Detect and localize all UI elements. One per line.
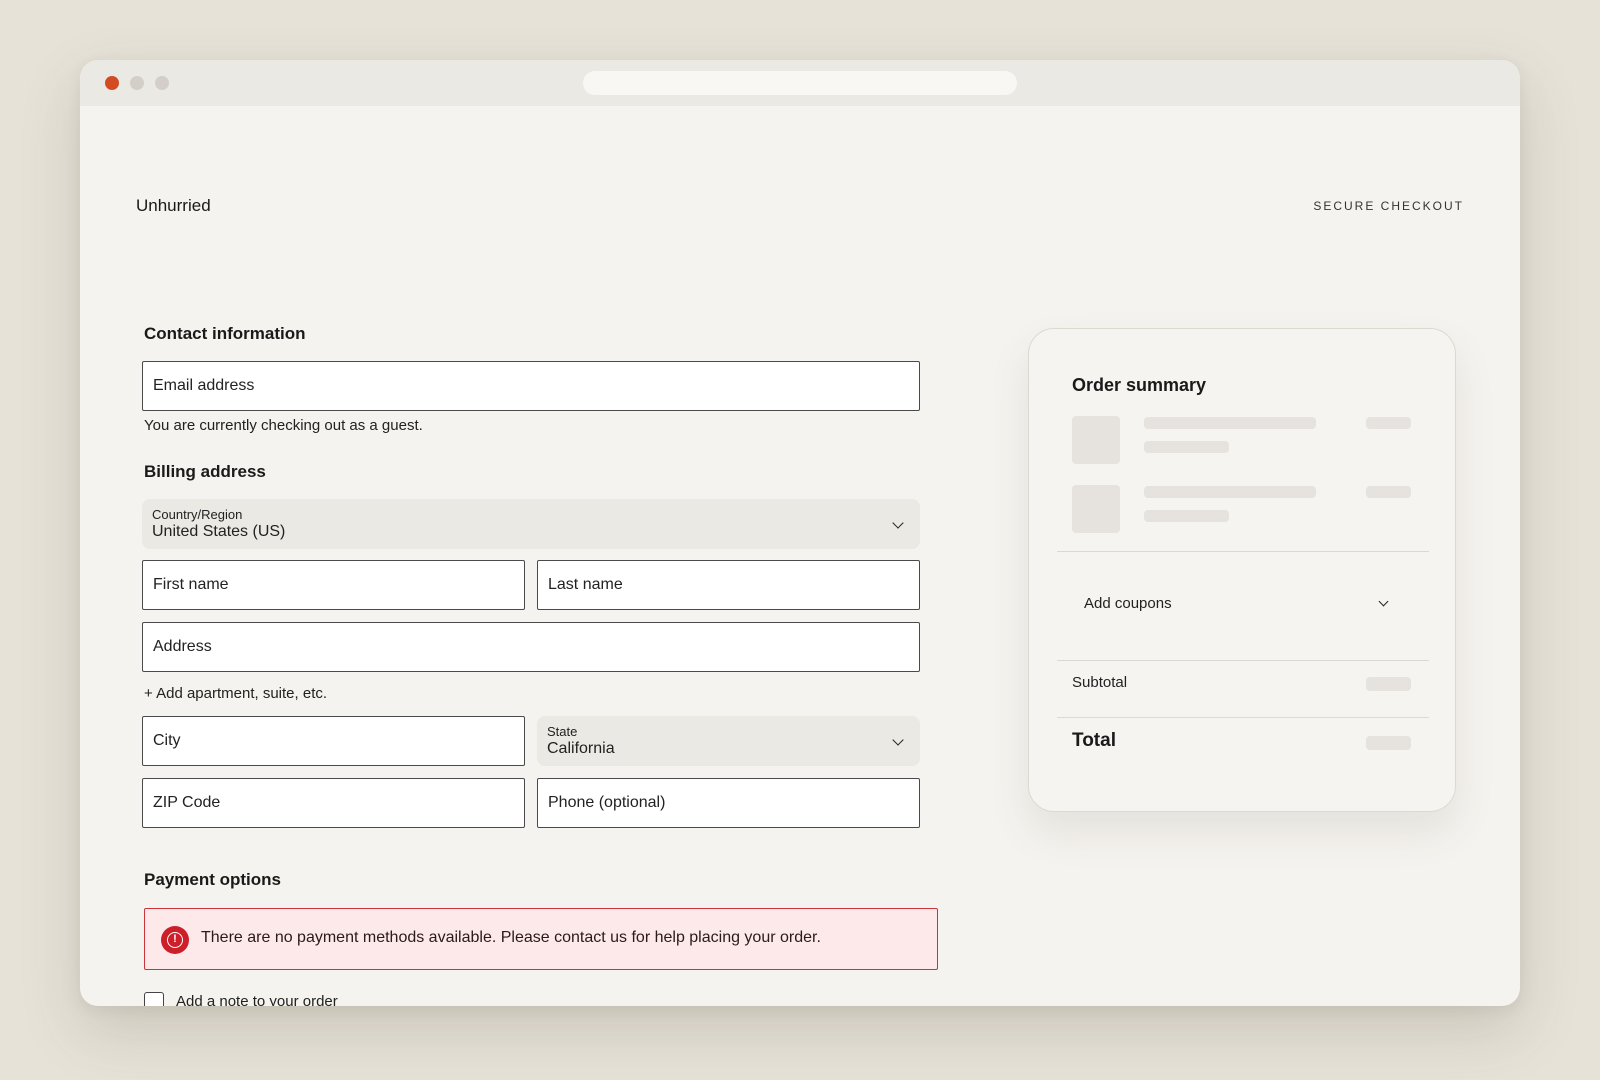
divider [1057,551,1429,552]
browser-window: Unhurried SECURE CHECKOUT Contact inform… [80,60,1520,1006]
address-field[interactable]: Address [142,622,920,672]
city-placeholder: City [153,732,181,749]
product-thumbnail-skeleton [1072,485,1120,533]
payment-error-alert: ! There are no payment methods available… [144,908,938,970]
order-summary-heading: Order summary [1072,375,1207,395]
add-coupons-toggle[interactable]: Add coupons [1084,595,1172,612]
add-apartment-link[interactable]: + Add apartment, suite, etc. [144,685,327,702]
first-name-field[interactable]: First name [142,560,525,610]
total-label: Total [1072,730,1116,751]
city-field[interactable]: City [142,716,525,766]
zip-code-field[interactable]: ZIP Code [142,778,525,828]
country-select[interactable]: Country/Region United States (US) [142,499,920,549]
phone-field[interactable]: Phone (optional) [537,778,920,828]
product-detail-skeleton [1144,510,1229,522]
secure-checkout-label: SECURE CHECKOUT [1313,199,1464,213]
product-price-skeleton [1366,417,1411,429]
state-select[interactable]: State California [537,716,920,766]
address-placeholder: Address [153,638,212,655]
alert-circle-icon: ! [161,926,189,954]
maximize-window-icon[interactable] [155,76,169,90]
product-thumbnail-skeleton [1072,416,1120,464]
order-summary-card: Order summary Add coupons Subtotal Total [1028,328,1456,812]
minimize-window-icon[interactable] [130,76,144,90]
subtotal-label: Subtotal [1072,674,1128,691]
billing-address-heading: Billing address [144,462,266,481]
title-bar [80,60,1520,106]
chevron-down-icon [892,517,904,529]
first-name-placeholder: First name [153,576,229,593]
subtotal-amount-skeleton [1366,677,1411,691]
country-label: Country/Region [152,507,243,522]
state-value: California [547,740,615,757]
divider [1057,717,1429,718]
last-name-field[interactable]: Last name [537,560,920,610]
total-amount-skeleton [1366,736,1411,750]
store-logo[interactable]: Unhurried [136,196,211,216]
email-field[interactable]: Email address [142,361,920,411]
contact-information-heading: Contact information [144,324,306,343]
zip-code-placeholder: ZIP Code [153,794,221,811]
close-window-icon[interactable] [105,76,119,90]
product-price-skeleton [1366,486,1411,498]
country-value: United States (US) [152,523,286,540]
last-name-placeholder: Last name [548,576,623,593]
state-label: State [547,724,578,739]
email-placeholder: Email address [153,377,255,394]
chevron-down-icon [892,734,904,746]
product-name-skeleton [1144,486,1316,498]
order-note-label[interactable]: Add a note to your order [176,993,338,1006]
phone-placeholder: Phone (optional) [548,794,666,811]
product-name-skeleton [1144,417,1316,429]
divider [1057,660,1429,661]
chevron-down-icon[interactable] [1378,596,1389,607]
product-detail-skeleton [1144,441,1229,453]
guest-checkout-note: You are currently checking out as a gues… [144,417,423,434]
order-note-checkbox[interactable] [144,992,164,1006]
payment-error-message: There are no payment methods available. … [201,929,821,946]
payment-options-heading: Payment options [144,870,281,889]
address-bar[interactable] [583,71,1017,95]
